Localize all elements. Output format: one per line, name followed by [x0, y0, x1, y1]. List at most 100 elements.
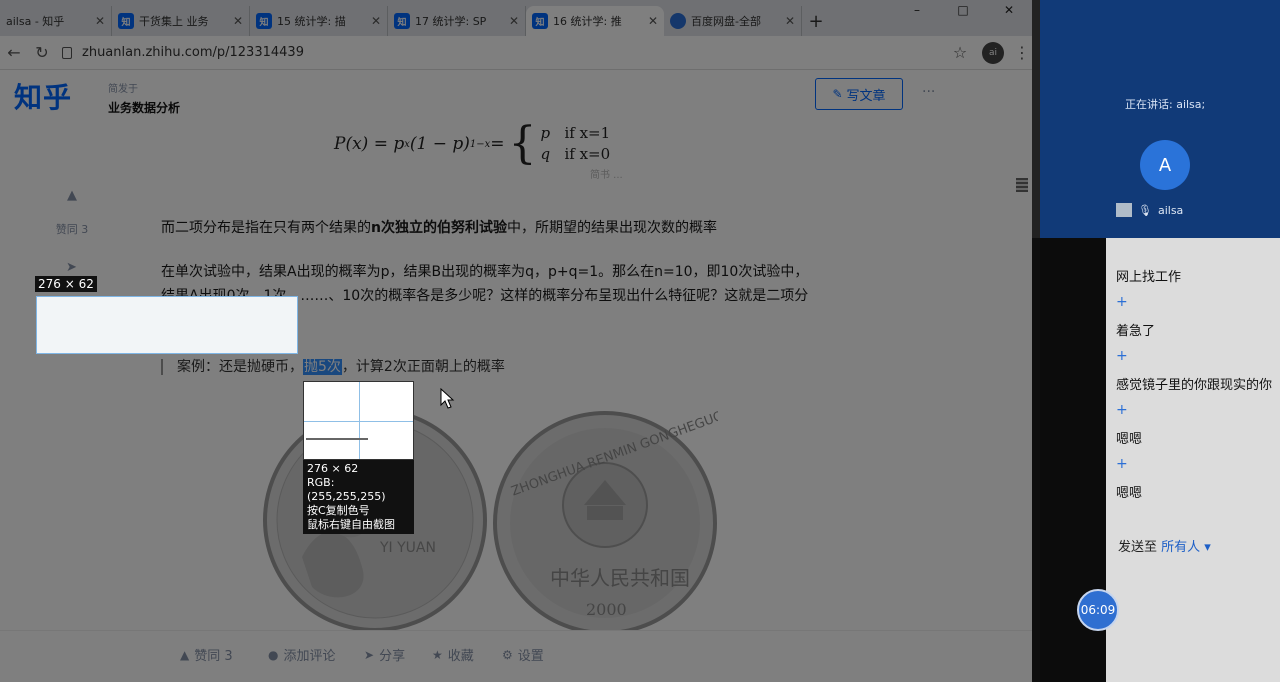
more-icon[interactable]: ··· — [922, 84, 935, 100]
tab-ailsa-zhihu[interactable]: ailsa - 知乎 ✕ — [0, 6, 112, 36]
formula-lhs: P(x) = p — [334, 134, 405, 154]
microphone-icon[interactable]: 🎙 — [1138, 204, 1152, 217]
settings-button[interactable]: ⚙ 设置 — [502, 645, 544, 665]
window-controls: – □ ✕ — [894, 0, 1032, 20]
close-icon[interactable]: ✕ — [371, 14, 381, 28]
zhihu-favicon-icon: 知 — [118, 13, 134, 29]
info-free-capture-hint: 鼠标右键自由截图 — [307, 518, 395, 531]
upvote-icon: ▲ — [180, 647, 190, 662]
plus-icon[interactable]: + — [1116, 294, 1128, 310]
maximize-button[interactable]: □ — [940, 0, 986, 20]
para-bold: n次独立的伯努利试验 — [371, 220, 507, 236]
formula-eq: = — [490, 134, 505, 154]
side-vote[interactable]: ▲ 赞同 3 — [52, 188, 92, 237]
browser-menu-icon[interactable]: ⋮ — [1012, 43, 1032, 62]
address-bar[interactable]: zhuanlan.zhihu.com/p/123314439 — [62, 45, 946, 60]
close-icon[interactable]: ✕ — [785, 14, 795, 28]
coin-year: 2000 — [586, 600, 627, 619]
send-to-label: 发送至 — [1118, 540, 1158, 555]
tab-title: 16 统计学: 推 — [553, 15, 622, 28]
plus-icon[interactable]: + — [1116, 456, 1128, 472]
plus-icon[interactable]: + — [1116, 402, 1128, 418]
mouse-pointer-icon — [440, 388, 455, 409]
magnifier-info: 276 × 62 RGB:(255,255,255) 按C复制色号 鼠标右键自由… — [303, 460, 414, 534]
para-text: 而二项分布是指在只有两个结果的 — [161, 220, 371, 236]
tab-ganhuo[interactable]: 知 干货集上 业务 ✕ — [112, 6, 250, 36]
selection-size-label: 276 × 62 — [35, 276, 97, 292]
action-label: 收藏 — [447, 649, 474, 664]
tab-stats-16[interactable]: 知 16 统计学: 推 ✕ — [526, 6, 664, 36]
browser-window: ailsa - 知乎 ✕ 知 干货集上 业务 ✕ 知 15 统计学: 描 ✕ 知… — [0, 0, 1032, 682]
upvote-button[interactable]: ▲ 赞同 3 — [180, 645, 233, 665]
tab-baidu-pan[interactable]: 百度网盘-全部 ✕ — [664, 6, 802, 36]
gear-icon: ⚙ — [502, 647, 513, 662]
formula-mid: (1 − p) — [409, 134, 470, 154]
coin-cn-text: 中华人民共和国 — [550, 566, 690, 590]
comment-button[interactable]: ● 添加评论 — [268, 645, 336, 665]
chat-message: 感觉镜子里的你跟现实的你 — [1116, 378, 1273, 393]
tab-title: 百度网盘-全部 — [691, 15, 761, 28]
action-label: 赞同 3 — [194, 649, 233, 664]
tab-title: ailsa - 知乎 — [6, 15, 65, 28]
brace-glyph: { — [508, 118, 537, 169]
window-close-button[interactable]: ✕ — [986, 0, 1032, 20]
reload-icon[interactable]: ↻ — [28, 39, 56, 67]
minimize-button[interactable]: – — [894, 0, 940, 20]
zhihu-header: 知乎 简发于 业务数据分析 ✎ 写文章 ··· — [0, 70, 1032, 120]
new-tab-button[interactable]: + — [802, 6, 830, 36]
formula-cases: p if x=1 q if x=0 — [541, 123, 611, 165]
case-text: 案例：还是抛硬币， — [177, 359, 303, 375]
close-icon[interactable]: ✕ — [95, 14, 105, 28]
write-article-button[interactable]: ✎ 写文章 — [815, 78, 903, 110]
write-article-label: 写文章 — [846, 88, 886, 104]
article-page: 知乎 简发于 业务数据分析 ✎ 写文章 ··· P(x) = px (1 − p… — [0, 70, 1032, 682]
zhihu-favicon-icon: 知 — [532, 13, 548, 29]
edit-icon: ✎ — [832, 87, 843, 101]
bernoulli-formula: P(x) = px (1 − p) 1−x = { p if x=1 q if x… — [334, 122, 610, 166]
share-icon: ➤ — [364, 647, 375, 662]
column-author: 简发于 — [108, 84, 138, 95]
scrollbar-thumb[interactable] — [1016, 178, 1028, 192]
action-label: 分享 — [379, 649, 406, 664]
favorite-button[interactable]: ★ 收藏 — [432, 645, 474, 665]
send-to-selector[interactable]: 发送至 所有人 ▾ — [1118, 536, 1211, 555]
cloud-icon — [670, 13, 686, 29]
chat-message: 着急了 — [1116, 324, 1156, 339]
info-rgb: RGB:(255,255,255) — [307, 476, 386, 503]
article-action-bar: ▲ 赞同 3 ● 添加评论 ➤ 分享 ★ 收藏 ⚙ 设置 — [0, 630, 1032, 682]
formula-caption: 简书 ... — [590, 170, 623, 181]
url-text: zhuanlan.zhihu.com/p/123314439 — [82, 45, 304, 60]
side-share-icon[interactable]: ➤ — [66, 260, 77, 275]
tab-title: 干货集上 业务 — [139, 15, 209, 28]
action-label: 设置 — [517, 649, 544, 664]
quote-bar — [161, 359, 163, 375]
chat-message: 嗯嗯 — [1116, 432, 1143, 447]
self-status-row: 🎙 ailsa — [1116, 203, 1183, 217]
meeting-timer[interactable]: 06:09 — [1077, 589, 1119, 631]
selection-rectangle[interactable] — [36, 296, 298, 354]
profile-avatar[interactable]: ai — [982, 41, 1004, 64]
column-meta: 简发于 业务数据分析 — [108, 80, 180, 116]
case-text: ，计算2次正面朝上的概率 — [341, 359, 505, 375]
case-p: p — [540, 124, 551, 142]
column-name[interactable]: 业务数据分析 — [108, 99, 180, 116]
send-to-target: 所有人 — [1161, 540, 1201, 555]
plus-icon[interactable]: + — [1116, 348, 1128, 364]
tab-title: 17 统计学: SP — [415, 15, 487, 28]
case-p-cond: if x=1 — [564, 124, 611, 142]
case-q-cond: if x=0 — [564, 145, 611, 163]
share-button[interactable]: ➤ 分享 — [364, 645, 406, 665]
zhihu-logo[interactable]: 知乎 — [14, 76, 72, 116]
comment-icon: ● — [268, 647, 279, 662]
browser-toolbar: ← ↻ zhuanlan.zhihu.com/p/123314439 ☆ ai … — [0, 36, 1032, 70]
action-label: 添加评论 — [283, 649, 336, 664]
camera-icon[interactable] — [1116, 203, 1132, 217]
close-icon[interactable]: ✕ — [233, 14, 243, 28]
bookmark-star-icon[interactable]: ☆ — [946, 43, 974, 62]
tab-stats-15[interactable]: 知 15 统计学: 描 ✕ — [250, 6, 388, 36]
close-icon[interactable]: ✕ — [509, 14, 519, 28]
close-icon[interactable]: ✕ — [648, 14, 658, 28]
back-arrow-icon[interactable]: ← — [0, 39, 28, 67]
tab-bar: ailsa - 知乎 ✕ 知 干货集上 业务 ✕ 知 15 统计学: 描 ✕ 知… — [0, 0, 1032, 36]
tab-stats-17[interactable]: 知 17 统计学: SP ✕ — [388, 6, 526, 36]
